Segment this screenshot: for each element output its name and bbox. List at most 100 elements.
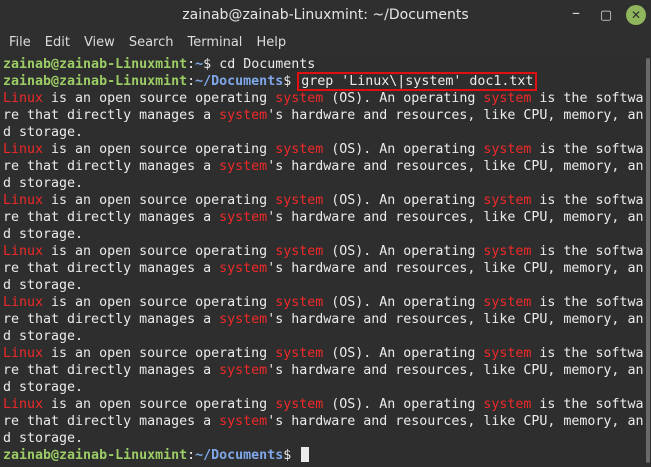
terminal-output[interactable]: zainab@zainab-Linuxmint:~$ cd Documents … [0, 56, 645, 467]
output-line: re that directly manages a system's hard… [3, 311, 645, 328]
command-text: cd Documents [219, 57, 316, 72]
match-highlight: system [219, 210, 268, 225]
scrollbar-thumb[interactable] [646, 58, 650, 463]
title-bar[interactable]: zainab@zainab-Linuxmint: ~/Documents – ▢… [0, 0, 651, 30]
menu-search[interactable]: Search [122, 30, 181, 56]
output-text: 's hardware and resources, like CPU, mem… [267, 159, 644, 174]
output-text: is the softwa [531, 244, 644, 259]
prompt-user: zainab@zainab-Linuxmint [3, 57, 188, 72]
output-text: is the softwa [531, 91, 644, 106]
match-highlight: system [483, 244, 532, 259]
terminal-window: zainab@zainab-Linuxmint: ~/Documents – ▢… [0, 0, 651, 467]
match-highlight: system [275, 193, 324, 208]
output-text: d storage. [3, 329, 84, 344]
menu-edit[interactable]: Edit [38, 30, 77, 56]
scrollbar[interactable] [645, 56, 651, 467]
output-line: re that directly manages a system's hard… [3, 107, 645, 124]
menu-terminal[interactable]: Terminal [180, 30, 249, 56]
match-highlight: system [275, 91, 324, 106]
match-highlight: system [219, 363, 268, 378]
match-highlight: system [275, 244, 324, 259]
close-icon[interactable]: ✕ [626, 5, 646, 25]
output-line: re that directly manages a system's hard… [3, 209, 645, 226]
match-highlight: system [275, 397, 324, 412]
output-text: d storage. [3, 278, 84, 293]
minimize-icon[interactable]: – [566, 2, 586, 22]
output-line: Linux is an open source operating system… [3, 192, 645, 209]
output-line: d storage. [3, 379, 645, 396]
match-highlight: Linux [3, 346, 44, 361]
output-line: Linux is an open source operating system… [3, 90, 645, 107]
output-text: re that directly manages a [3, 363, 220, 378]
match-highlight: Linux [3, 244, 44, 259]
output-text: (OS). An operating [323, 346, 484, 361]
output-text: is an open source operating [43, 346, 276, 361]
output-line: Linux is an open source operating system… [3, 294, 645, 311]
output-text: 's hardware and resources, like CPU, mem… [267, 312, 644, 327]
output-text: is the softwa [531, 142, 644, 157]
output-text: is the softwa [531, 346, 644, 361]
match-highlight: system [275, 346, 324, 361]
prompt-line-1: zainab@zainab-Linuxmint:~$ cd Documents [3, 57, 316, 72]
output-line: d storage. [3, 124, 645, 141]
output-text: d storage. [3, 431, 84, 446]
match-highlight: system [483, 142, 532, 157]
output-line: re that directly manages a system's hard… [3, 158, 645, 175]
match-highlight: system [219, 108, 268, 123]
output-text: is an open source operating [43, 193, 276, 208]
output-line: Linux is an open source operating system… [3, 396, 645, 413]
menu-file[interactable]: File [2, 30, 38, 56]
output-text: re that directly manages a [3, 159, 220, 174]
match-highlight: Linux [3, 397, 44, 412]
output-line: re that directly manages a system's hard… [3, 362, 645, 379]
prompt-line-current[interactable]: zainab@zainab-Linuxmint:~/Documents$ [3, 447, 645, 464]
prompt-user: zainab@zainab-Linuxmint [3, 74, 188, 89]
match-highlight: Linux [3, 295, 44, 310]
prompt-path: ~/Documents [195, 448, 284, 463]
match-highlight: system [219, 312, 268, 327]
output-text: 's hardware and resources, like CPU, mem… [267, 414, 644, 429]
highlighted-command: grep 'Linux\|system' doc1.txt [297, 72, 538, 91]
match-highlight: system [483, 346, 532, 361]
match-highlight: system [219, 414, 268, 429]
output-text: (OS). An operating [323, 397, 484, 412]
grep-output: Linux is an open source operating system… [3, 90, 645, 447]
maximize-icon[interactable]: ▢ [596, 5, 616, 25]
output-text: re that directly manages a [3, 312, 220, 327]
output-text: is an open source operating [43, 142, 276, 157]
output-line: d storage. [3, 226, 645, 243]
text-cursor [301, 447, 310, 462]
menu-view[interactable]: View [77, 30, 122, 56]
output-text: (OS). An operating [323, 91, 484, 106]
match-highlight: system [219, 261, 268, 276]
menu-help[interactable]: Help [249, 30, 293, 56]
match-highlight: system [483, 193, 532, 208]
output-line: Linux is an open source operating system… [3, 345, 645, 362]
match-highlight: system [483, 91, 532, 106]
prompt-user: zainab@zainab-Linuxmint [3, 448, 188, 463]
output-text: d storage. [3, 125, 84, 140]
output-text: re that directly manages a [3, 414, 220, 429]
output-text: d storage. [3, 380, 84, 395]
output-line: re that directly manages a system's hard… [3, 413, 645, 430]
match-highlight: system [275, 142, 324, 157]
output-text: is an open source operating [43, 91, 276, 106]
output-text: (OS). An operating [323, 142, 484, 157]
output-text: re that directly manages a [3, 108, 220, 123]
match-highlight: system [483, 295, 532, 310]
output-text: (OS). An operating [323, 193, 484, 208]
output-text: d storage. [3, 227, 84, 242]
output-line: d storage. [3, 328, 645, 345]
match-highlight: Linux [3, 142, 44, 157]
match-highlight: system [483, 397, 532, 412]
output-text: is an open source operating [43, 295, 276, 310]
output-text: re that directly manages a [3, 210, 220, 225]
prompt-line-2: zainab@zainab-Linuxmint:~/Documents$ gre… [3, 72, 538, 91]
output-text: 's hardware and resources, like CPU, mem… [267, 261, 644, 276]
output-text: (OS). An operating [323, 244, 484, 259]
menu-bar: File Edit View Search Terminal Help [0, 30, 651, 56]
output-line: d storage. [3, 175, 645, 192]
output-line: re that directly manages a system's hard… [3, 260, 645, 277]
output-text: is the softwa [531, 295, 644, 310]
output-line: d storage. [3, 430, 645, 447]
